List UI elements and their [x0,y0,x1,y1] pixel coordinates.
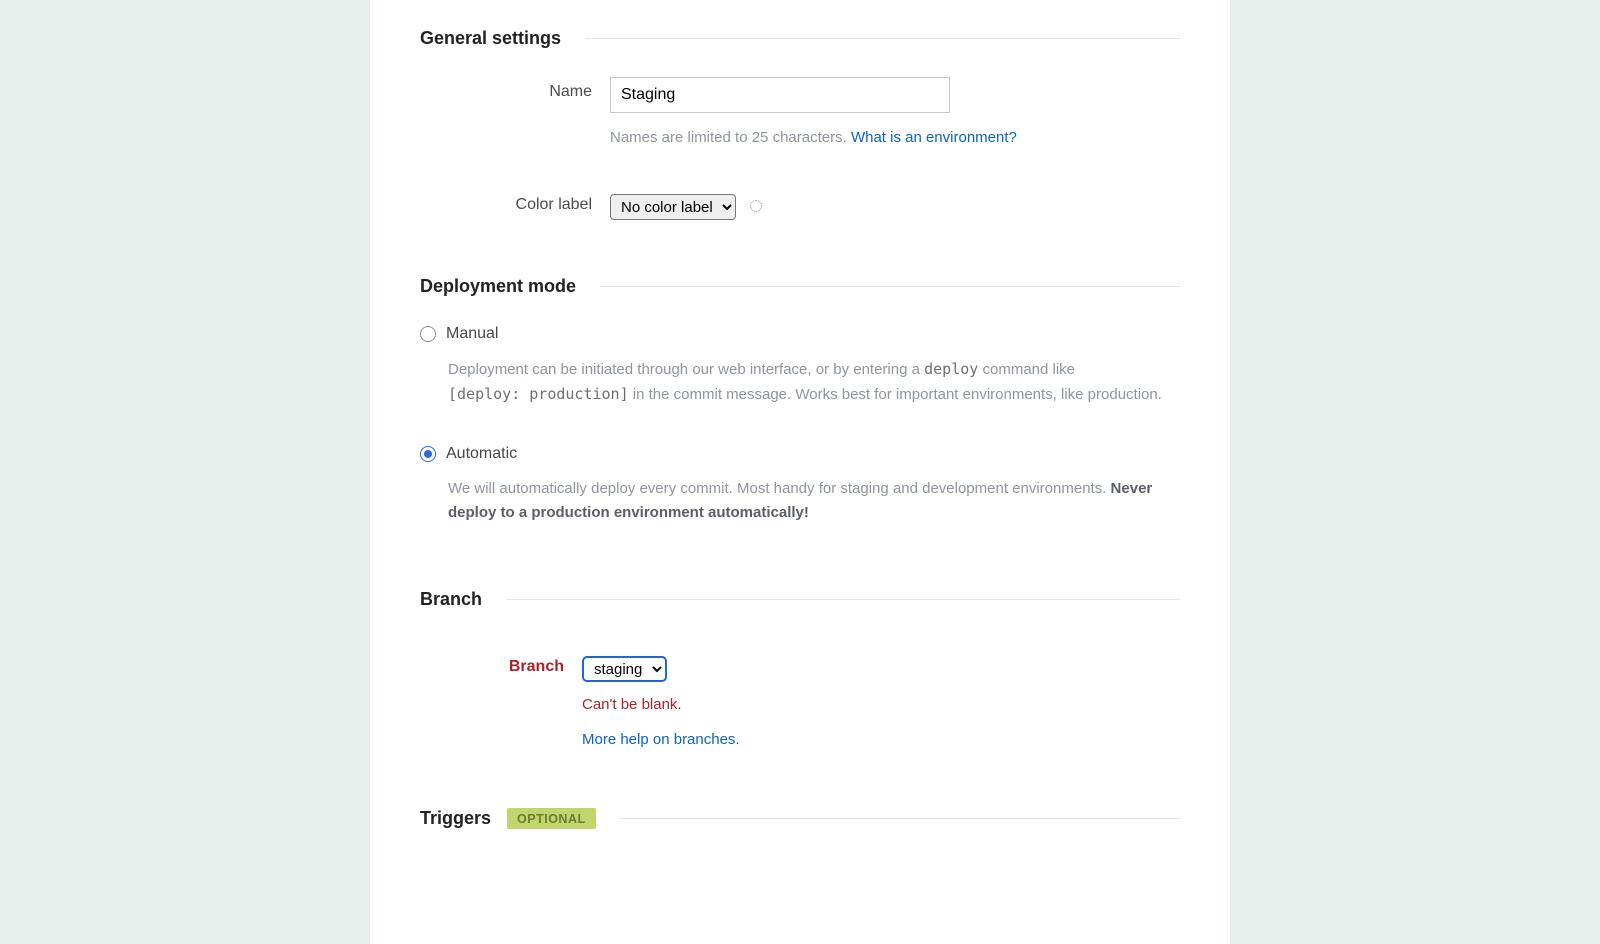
rule [600,286,1180,287]
radio-automatic-desc: We will automatically deploy every commi… [448,477,1178,525]
name-input[interactable] [610,77,950,113]
radio-automatic[interactable] [420,446,436,462]
heading-general: General settings [420,28,561,49]
radio-automatic-label: Automatic [446,445,517,463]
branch-error: Can't be blank. [582,696,1180,713]
section-header-deploy: Deployment mode [420,276,1180,297]
code-deploy-production: [deploy: production] [448,385,629,403]
branch-select[interactable]: staging [582,656,667,682]
color-swatch-none-icon [750,200,762,212]
radio-manual-label: Manual [446,325,498,343]
triggers-optional-badge: OPTIONAL [507,808,596,829]
color-label-select[interactable]: No color label [610,194,736,220]
row-branch: Branch staging Can't be blank. More help… [420,656,1180,748]
rule [620,818,1180,819]
radio-manual-desc: Deployment can be initiated through our … [448,357,1178,407]
section-header-branch: Branch [420,589,1180,610]
name-hint-text: Names are limited to 25 characters. [610,129,847,146]
branch-label: Branch [420,656,582,676]
row-color-label: Color label No color label [420,194,1180,220]
heading-deploy: Deployment mode [420,276,576,297]
radio-manual[interactable] [420,326,436,342]
rule [585,38,1180,39]
rule [506,599,1180,600]
code-deploy: deploy [924,360,978,378]
deploy-mode-manual-block: Manual Deployment can be initiated throu… [420,325,1180,407]
more-help-branches-link[interactable]: More help on branches. [582,731,740,748]
heading-branch: Branch [420,589,482,610]
settings-panel: General settings Name Names are limited … [370,0,1230,944]
color-label: Color label [420,194,610,214]
what-is-environment-link[interactable]: What is an environment? [851,129,1017,146]
name-label: Name [420,77,610,101]
section-header-general: General settings [420,0,1180,49]
section-header-triggers: Triggers OPTIONAL [420,808,1180,829]
heading-triggers: Triggers [420,808,491,829]
deploy-mode-automatic-row[interactable]: Automatic [420,445,1180,463]
deploy-mode-manual-row[interactable]: Manual [420,325,1180,343]
name-hint: Names are limited to 25 characters. What… [610,127,1180,148]
deploy-mode-automatic-block: Automatic We will automatically deploy e… [420,445,1180,525]
row-name: Name Names are limited to 25 characters.… [420,77,1180,148]
